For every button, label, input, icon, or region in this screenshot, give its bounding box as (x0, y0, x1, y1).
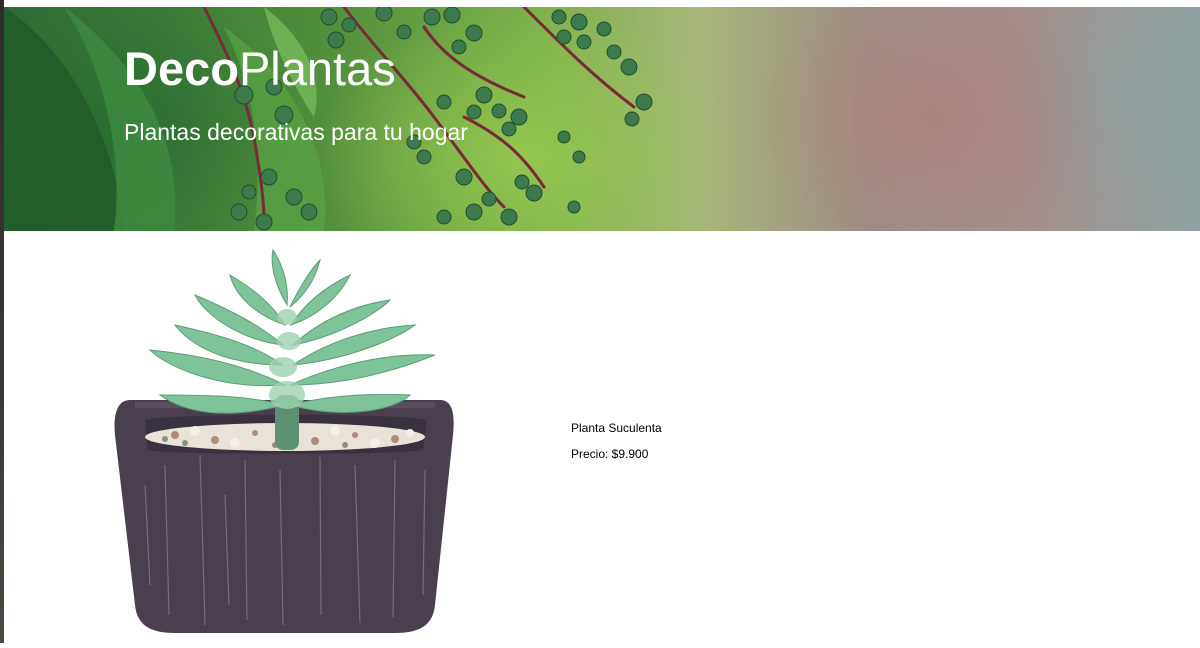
hero-banner: DecoPlantas Plantas decorativas para tu … (4, 7, 1200, 231)
product-image (105, 245, 465, 643)
window-top-edge (0, 0, 1200, 7)
site-title-bold: Deco (124, 42, 239, 95)
site-title: DecoPlantas (124, 41, 396, 97)
product-info: Planta Suculenta Precio: $9.900 (571, 420, 662, 462)
site-title-regular: Plantas (238, 42, 396, 95)
product-price: Precio: $9.900 (571, 447, 649, 461)
site-subtitle: Plantas decorativas para tu hogar (124, 119, 468, 145)
succulent-plant-illustration (114, 248, 454, 633)
product-name: Planta Suculenta (571, 421, 662, 435)
